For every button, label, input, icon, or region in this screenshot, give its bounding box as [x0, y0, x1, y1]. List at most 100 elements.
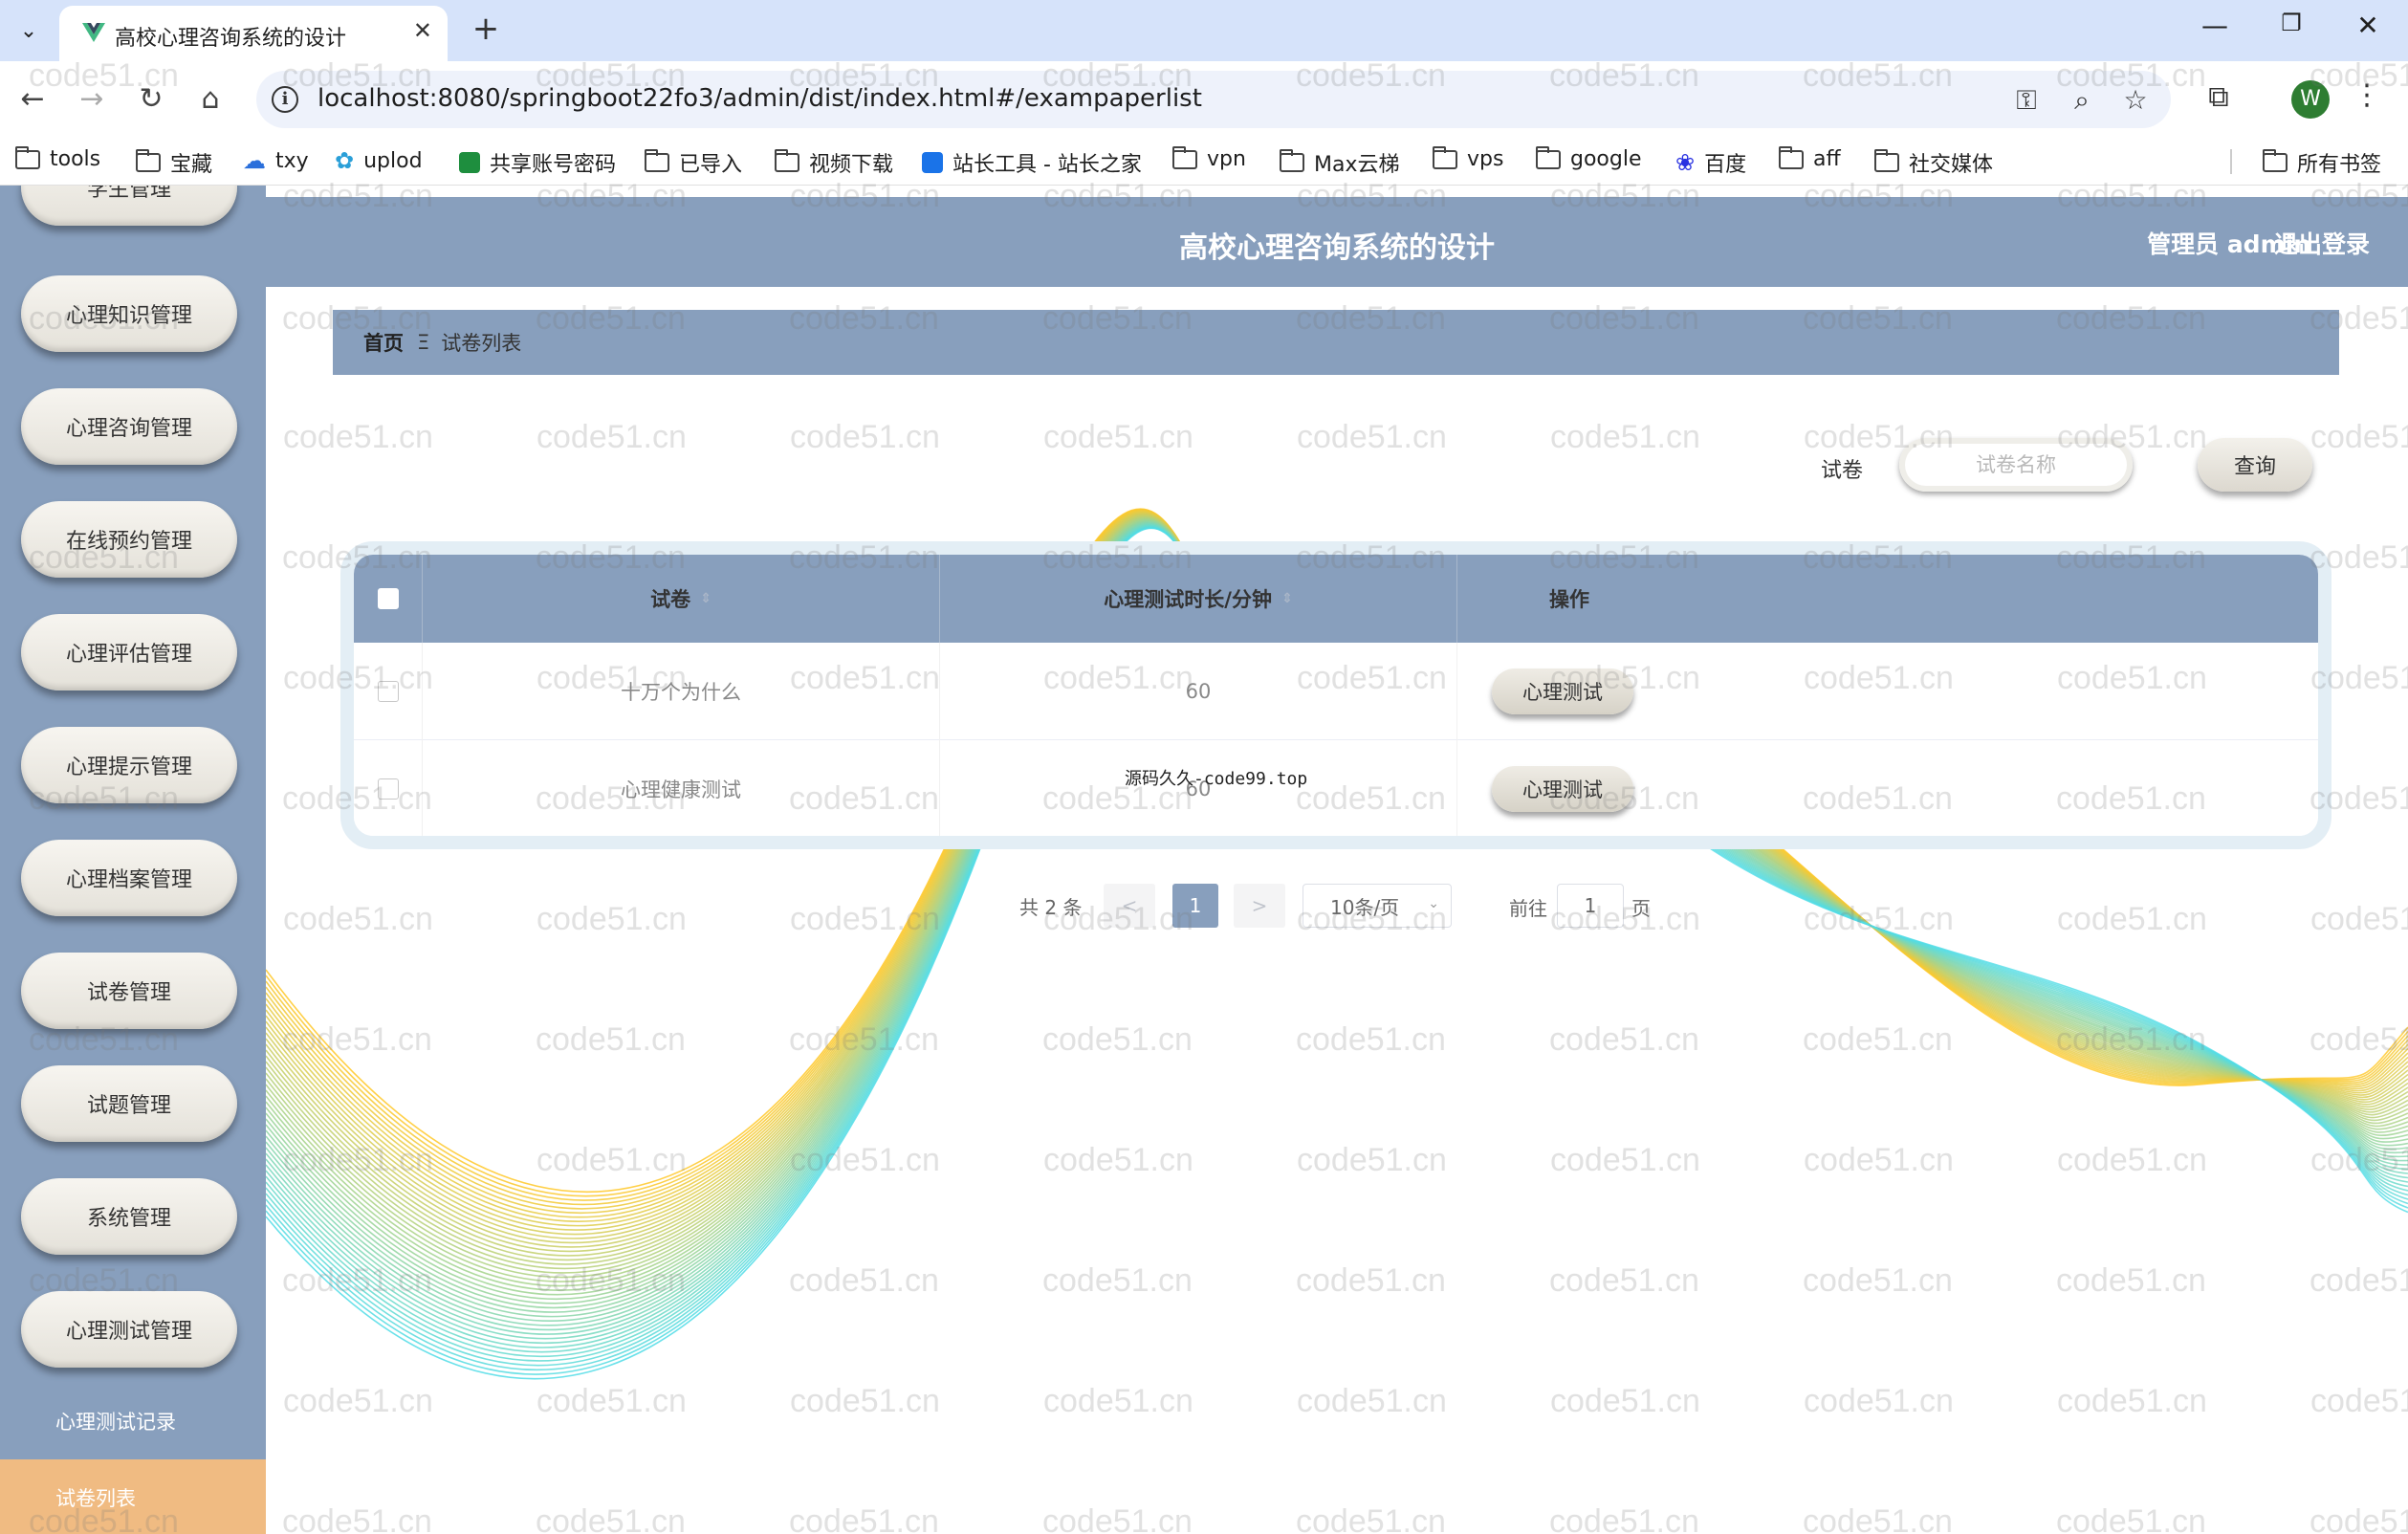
sort-caret-icon[interactable]: ⇕: [700, 592, 711, 605]
zoom-icon[interactable]: ⌕: [2066, 84, 2098, 117]
row-checkbox[interactable]: [377, 681, 399, 702]
browser-toolbar: ← → ↻ ⌂ i localhost:8080/springboot22fo3…: [0, 61, 2408, 138]
bookmark-star-icon[interactable]: ☆: [2119, 84, 2152, 116]
sidebar-subitem-paper-list[interactable]: 试卷列表: [0, 1459, 266, 1534]
back-arrow-icon[interactable]: ←: [11, 78, 54, 121]
sidebar-item-knowledge[interactable]: 心理知识管理: [21, 275, 237, 352]
column-header-actions: 操作: [1549, 588, 1589, 611]
bookmark-uplod[interactable]: ✿ uplod: [335, 147, 423, 174]
search-label: 试卷: [1821, 459, 1864, 483]
bookmark-social[interactable]: 社交媒体: [1874, 147, 1993, 178]
psych-test-button[interactable]: 心理测试: [1492, 766, 1633, 812]
forward-arrow-icon[interactable]: →: [71, 78, 113, 121]
row-checkbox[interactable]: [377, 778, 399, 800]
tab-title: 高校心理咨询系统的设计: [115, 27, 347, 51]
sidebar-item-assessment[interactable]: 心理评估管理: [21, 614, 237, 690]
home-icon[interactable]: ⌂: [189, 78, 231, 121]
cell-paper-name: 十万个为什么: [423, 643, 940, 740]
url-text[interactable]: localhost:8080/springboot22fo3/admin/dis…: [317, 84, 1202, 113]
bookmark-chinaz[interactable]: 站长工具 - 站长之家: [922, 147, 1142, 178]
breadcrumb-home[interactable]: 首页: [363, 328, 404, 357]
bookmark-vpn[interactable]: vpn: [1172, 145, 1246, 171]
profile-avatar[interactable]: W: [2291, 80, 2330, 119]
restore-icon[interactable]: ❐: [2272, 10, 2310, 36]
goto-page-input[interactable]: 1: [1557, 884, 1624, 928]
page-number-1[interactable]: 1: [1172, 884, 1218, 928]
baidu-paw-icon: ❀: [1675, 149, 1696, 176]
bookmark-baozang[interactable]: 宝藏: [136, 147, 212, 178]
sidebar-subitem-test-records[interactable]: 心理测试记录: [0, 1383, 266, 1459]
sidebar-item-system[interactable]: 系统管理: [21, 1178, 237, 1255]
app-title: 高校心理咨询系统的设计: [1179, 231, 1495, 265]
bookmarks-divider: [2230, 149, 2232, 174]
row-checkbox-cell: [354, 740, 423, 836]
bookmark-video-download[interactable]: 视频下载: [775, 147, 893, 178]
row-checkbox-cell: [354, 643, 423, 740]
browser-menu-icon[interactable]: ⋮: [2353, 78, 2381, 112]
folder-icon: [1433, 145, 1457, 169]
folder-icon: [1536, 145, 1561, 169]
bookmark-shared-accounts[interactable]: 共享账号密码: [459, 147, 616, 178]
site-info-icon[interactable]: i: [272, 86, 298, 113]
chinaz-icon: [922, 152, 943, 173]
sidebar-item-papers[interactable]: 试卷管理: [21, 953, 237, 1029]
app-page: 学生管理 心理知识管理 心理咨询管理 在线预约管理 心理评估管理 心理提示管理 …: [0, 186, 2408, 1534]
sidebar-item-archives[interactable]: 心理档案管理: [21, 840, 237, 916]
window-close-icon[interactable]: ✕: [2349, 10, 2387, 41]
sidebar-item-tips[interactable]: 心理提示管理: [21, 727, 237, 803]
table-row: 心理健康测试 60 心理测试: [354, 740, 2318, 836]
paper-table: 试卷 ⇕ 心理测试时长/分钟 ⇕ 操作 十万个为什么 60 心理测试 心理健康测试 …: [340, 541, 2331, 849]
goto-label: 前往: [1509, 897, 1547, 920]
goto-unit: 页: [1631, 897, 1651, 920]
table-row: 十万个为什么 60 心理测试: [354, 643, 2318, 740]
logout-link[interactable]: 退出登录: [2274, 226, 2370, 260]
page-size-select[interactable]: 10条/页 ⌄: [1303, 884, 1452, 928]
folder-icon: [1874, 149, 1899, 172]
select-all-checkbox[interactable]: [377, 588, 399, 609]
pagination-total: 共 2 条: [1019, 895, 1083, 919]
breadcrumb-current: 试卷列表: [441, 332, 522, 355]
password-key-icon[interactable]: ⚿: [2010, 84, 2043, 117]
header-checkbox-cell: [354, 555, 423, 643]
bookmark-google[interactable]: google: [1536, 145, 1642, 171]
folder-icon: [2263, 149, 2288, 172]
psych-test-button[interactable]: 心理测试: [1492, 668, 1633, 714]
sidebar: 学生管理 心理知识管理 心理咨询管理 在线预约管理 心理评估管理 心理提示管理 …: [0, 186, 266, 1534]
bookmark-max[interactable]: Max云梯: [1280, 147, 1399, 178]
cell-paper-name: 心理健康测试: [423, 740, 940, 836]
prev-page-button[interactable]: <: [1104, 884, 1155, 928]
bookmark-imported[interactable]: 已导入: [645, 147, 742, 178]
browser-tabbar: ⌄ 高校心理咨询系统的设计 ✕ + — ❐ ✕: [0, 0, 2408, 61]
bookmark-baidu[interactable]: ❀ 百度: [1675, 147, 1746, 178]
sheets-icon: [459, 152, 480, 173]
bookmark-aff[interactable]: aff: [1779, 145, 1841, 171]
reload-icon[interactable]: ↻: [130, 78, 172, 121]
folder-icon: [775, 149, 799, 172]
paper-name-search-input[interactable]: [1899, 438, 2133, 492]
query-button[interactable]: 查询: [2198, 438, 2312, 492]
browser-tab-active[interactable]: 高校心理咨询系统的设计 ✕: [59, 6, 448, 61]
all-bookmarks[interactable]: 所有书签: [2263, 147, 2381, 178]
bookmark-vps[interactable]: vps: [1433, 145, 1503, 171]
sidebar-item-test-management[interactable]: 心理测试管理: [21, 1291, 237, 1368]
tab-close-icon[interactable]: ✕: [413, 17, 432, 44]
folder-icon: [645, 149, 669, 172]
next-page-button[interactable]: >: [1234, 884, 1285, 928]
sidebar-item-appointment[interactable]: 在线预约管理: [21, 501, 237, 578]
bookmark-txy[interactable]: ☁ txy: [243, 147, 309, 174]
column-header-paper[interactable]: 试卷 ⇕: [423, 555, 940, 643]
address-bar[interactable]: i localhost:8080/springboot22fo3/admin/d…: [256, 71, 2171, 128]
bookmark-tools[interactable]: tools: [15, 145, 100, 171]
sidebar-item-student-management[interactable]: 学生管理: [21, 186, 237, 226]
sidebar-item-consultation[interactable]: 心理咨询管理: [21, 388, 237, 465]
minimize-icon[interactable]: —: [2196, 10, 2234, 41]
column-header-duration[interactable]: 心理测试时长/分钟 ⇕: [940, 555, 1457, 643]
folder-icon: [1172, 145, 1197, 169]
extensions-puzzle-icon[interactable]: ⧉: [2198, 80, 2240, 114]
chevron-down-icon: ⌄: [1428, 896, 1439, 911]
bookmarks-bar: tools 宝藏 ☁ txy ✿ uplod 共享账号密码 已导入 视频下载 站长工…: [0, 138, 2408, 186]
tab-search-chevron-icon[interactable]: ⌄: [10, 11, 48, 50]
new-tab-plus-icon[interactable]: +: [467, 10, 505, 48]
sidebar-item-questions[interactable]: 试题管理: [21, 1065, 237, 1142]
sort-caret-icon[interactable]: ⇕: [1281, 592, 1293, 605]
